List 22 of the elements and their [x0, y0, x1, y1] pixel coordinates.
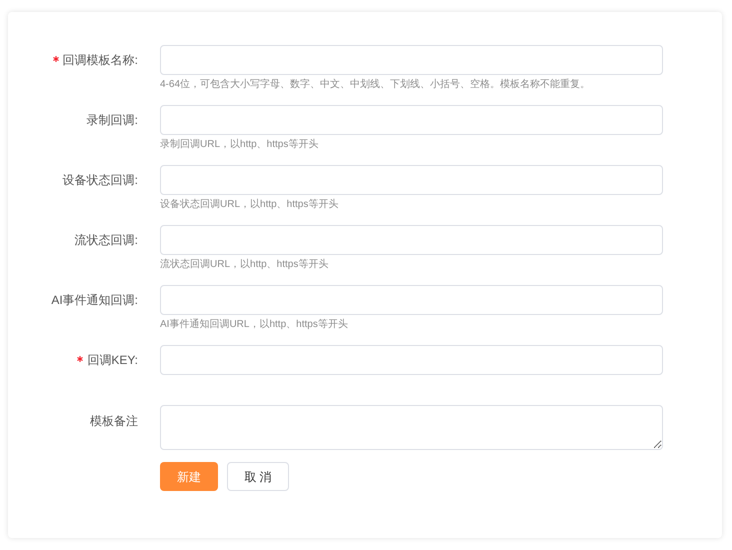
- input-field[interactable]: [160, 285, 663, 315]
- field-hint: 流状态回调URL，以http、https等开头: [160, 258, 328, 272]
- input-field[interactable]: [160, 105, 663, 135]
- input-field[interactable]: [160, 45, 663, 75]
- field-label: 回调模板名称:: [62, 52, 138, 69]
- field-label: 模板备注: [90, 413, 138, 430]
- field-hint: AI事件通知回调URL，以http、https等开头: [160, 318, 348, 332]
- field-label: 流状态回调:: [74, 232, 138, 249]
- field-hint: 4-64位，可包含大小写字母、数字、中文、中划线、下划线、小括号、空格。模板名称不能重复。: [160, 78, 590, 92]
- input-field[interactable]: [160, 165, 663, 195]
- field-hint: 设备状态回调URL，以http、https等开头: [160, 198, 338, 212]
- field-hint: 录制回调URL，以http、https等开头: [160, 138, 318, 152]
- asterisk-icon: [77, 356, 84, 362]
- field-label: 回调KEY:: [87, 352, 138, 369]
- field-label: 设备状态回调:: [62, 172, 138, 189]
- remark-textarea[interactable]: [160, 405, 663, 450]
- field-label: AI事件通知回调:: [51, 292, 138, 309]
- input-field[interactable]: [160, 225, 663, 255]
- field-label: 录制回调:: [86, 112, 138, 129]
- input-field[interactable]: [160, 345, 663, 375]
- cancel-button[interactable]: 取 消: [227, 462, 289, 491]
- asterisk-icon: [52, 56, 59, 62]
